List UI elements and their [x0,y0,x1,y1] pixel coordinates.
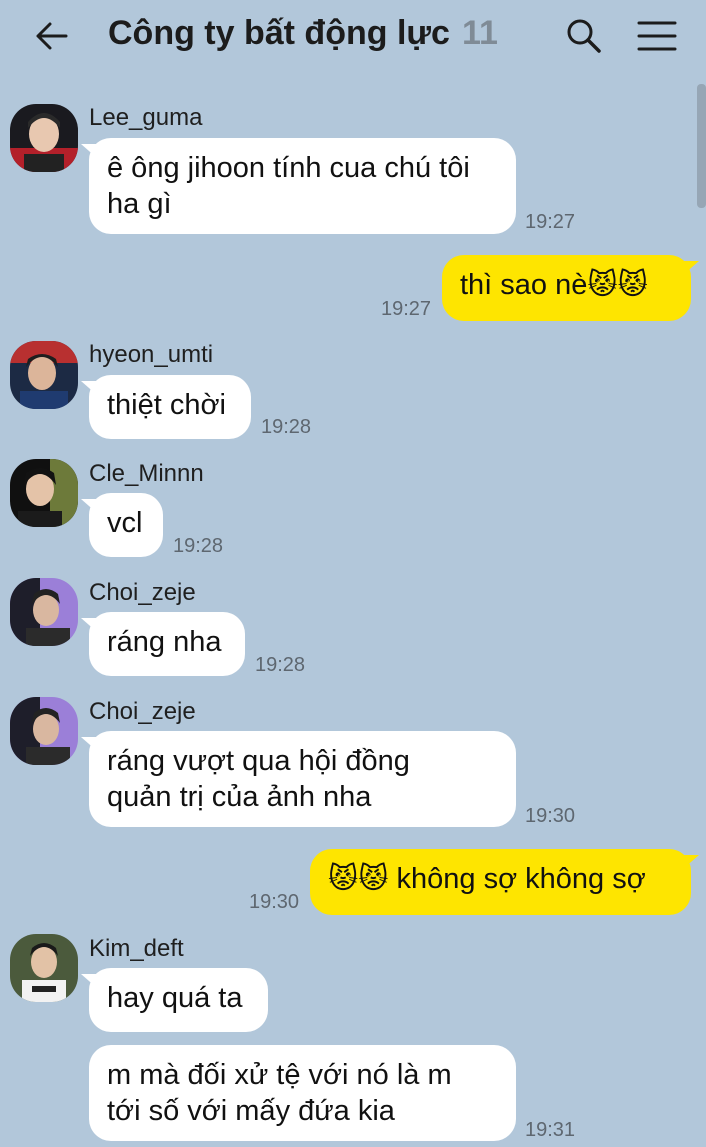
avatar-choi-zeje[interactable] [10,578,78,646]
message-bubble[interactable]: m mà đối xử tệ với nó là m tới số với mấ… [89,1045,516,1141]
avatar-kim-deft[interactable] [10,934,78,1002]
sender-name: hyeon_umti [89,341,214,368]
message-text: thiệt chời [107,389,226,421]
message-time: 19:30 [249,891,300,913]
hamburger-menu-icon[interactable] [636,18,678,54]
message-time: 19:27 [525,211,576,233]
message-time: 19:28 [261,416,312,438]
my-message-bubble[interactable]: thì sao nè😾😾 [442,255,699,321]
sender-name: Cle_Minnn [89,460,204,487]
message-text: thì sao nè😾😾 [460,269,648,301]
avatar-choi-zeje[interactable] [10,697,78,765]
avatar-hyeon-umti[interactable] [10,341,78,409]
member-count: 11 [461,14,498,52]
message-text: 😾😾 không sợ không sợ [328,863,646,895]
message-time: 19:30 [525,805,576,827]
message-line: quản trị của ảnh nha [107,781,372,813]
chat-header: Công ty bất động lực 11 [0,0,706,76]
avatar-cle-minnn[interactable] [10,459,78,527]
message-time: 19:31 [525,1119,576,1141]
message-time: 19:27 [381,298,432,320]
message-line: ê ông jihoon tính cua chú tôi [107,152,470,184]
message-line: ha gì [107,188,172,220]
message-time: 19:28 [255,654,306,676]
sender-name: Choi_zeje [89,579,196,606]
message-line: m mà đối xử tệ với nó là m [107,1059,452,1091]
avatar-lee-guma[interactable] [10,104,78,172]
chat-title-group: Công ty bất động lực 11 [108,14,498,58]
message-line: tới số với mấy đứa kia [107,1095,395,1127]
message-text: ráng nha [107,626,222,658]
my-message-bubble[interactable]: 😾😾 không sợ không sợ [310,849,699,915]
message-bubble[interactable]: thiệt chời [81,375,251,439]
message-bubble[interactable]: hay quá ta [81,968,268,1032]
message-bubble[interactable]: vcl [81,493,163,557]
message-time: 19:28 [173,535,224,557]
scrollbar[interactable] [697,84,706,208]
message-text: hay quá ta [107,982,243,1014]
chat-title: Công ty bất động lực [108,14,450,52]
sender-name: Lee_guma [89,104,203,131]
sender-name: Kim_deft [89,935,184,962]
message-bubble[interactable]: ráng nha [81,612,245,676]
message-text: vcl [107,507,143,539]
back-arrow-icon[interactable] [32,18,72,54]
message-bubble[interactable]: ê ông jihoon tính cua chú tôi ha gì [81,138,516,234]
sender-name: Choi_zeje [89,698,196,725]
message-line: ráng vượt qua hội đồng [107,745,410,777]
message-bubble[interactable]: ráng vượt qua hội đồng quản trị của ảnh … [81,731,516,827]
search-icon[interactable] [564,16,604,56]
